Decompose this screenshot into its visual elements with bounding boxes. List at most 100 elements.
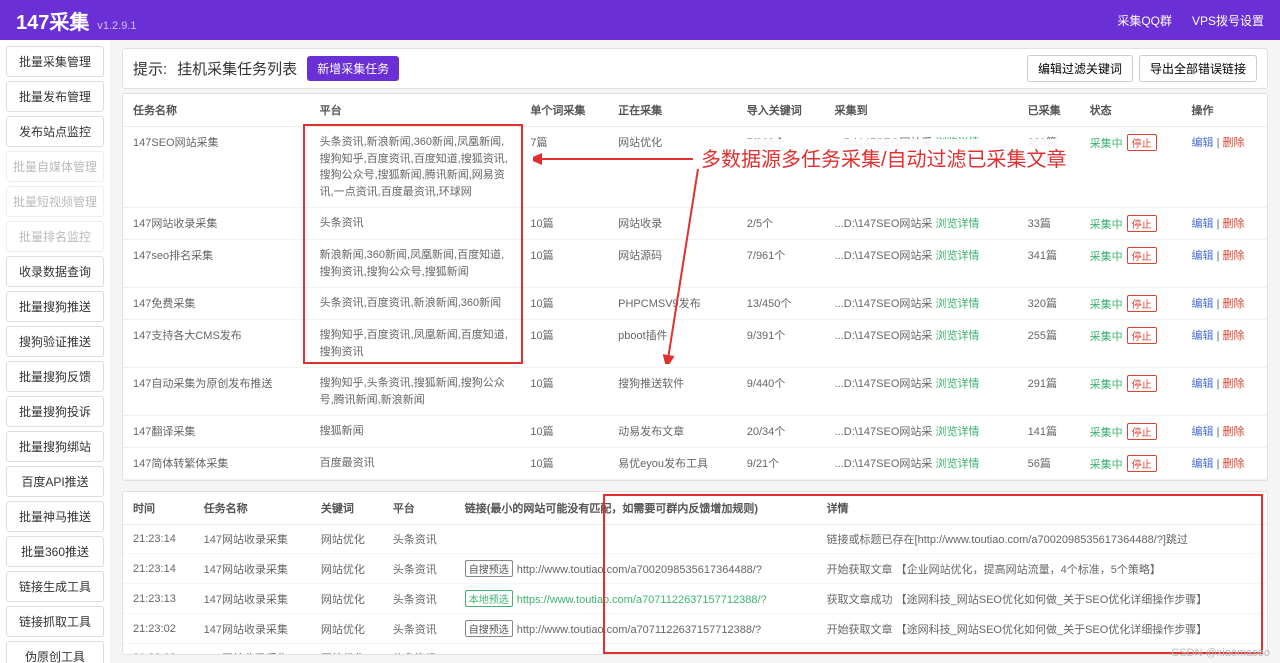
task-ops: 编辑 | 删除 xyxy=(1182,288,1267,320)
log-kw: 网站优化 xyxy=(311,525,383,554)
header-link[interactable]: VPS拨号设置 xyxy=(1192,12,1264,29)
view-detail-link[interactable]: 浏览详情 xyxy=(935,426,979,438)
log-time: 21:23:14 xyxy=(123,554,194,584)
stop-button[interactable]: 停止 xyxy=(1127,134,1157,151)
stop-button[interactable]: 停止 xyxy=(1127,247,1157,264)
edit-filter-button[interactable]: 编辑过滤关键词 xyxy=(1027,55,1133,82)
task-col-header: 单个词采集 xyxy=(520,94,608,127)
edit-link[interactable]: 编辑 xyxy=(1192,250,1214,262)
task-platform: 头条资讯,新浪新闻,360新闻,凤凰新闻,搜狗知乎,百度资讯,百度知道,搜狐资讯… xyxy=(310,127,521,208)
task-ops: 编辑 | 删除 xyxy=(1182,127,1267,208)
sidebar-item[interactable]: 搜狗验证推送 xyxy=(6,326,104,357)
stop-button[interactable]: 停止 xyxy=(1127,327,1157,344)
view-detail-link[interactable]: 浏览详情 xyxy=(935,458,979,470)
app-title: 147采集 xyxy=(16,6,89,35)
task-path: ...D:\147SEO网站采 浏览详情 xyxy=(825,240,1018,288)
edit-link[interactable]: 编辑 xyxy=(1192,218,1214,230)
edit-link[interactable]: 编辑 xyxy=(1192,426,1214,438)
task-current: pboot插件 xyxy=(608,320,737,368)
export-errors-button[interactable]: 导出全部错误链接 xyxy=(1139,55,1257,82)
stop-button[interactable]: 停止 xyxy=(1127,455,1157,472)
log-col-header: 详情 xyxy=(817,492,1267,525)
task-path: ...D:\147SEO网站采 浏览详情 xyxy=(825,416,1018,448)
task-status: 采集中停止 xyxy=(1080,368,1182,416)
delete-link[interactable]: 删除 xyxy=(1223,250,1245,262)
view-detail-link[interactable]: 浏览详情 xyxy=(935,298,979,310)
edit-link[interactable]: 编辑 xyxy=(1192,330,1214,342)
sidebar-item[interactable]: 链接抓取工具 xyxy=(6,606,104,637)
sidebar-item[interactable]: 百度API推送 xyxy=(6,466,104,497)
sidebar-item[interactable]: 批量360推送 xyxy=(6,536,104,567)
log-plat: 头条资讯 xyxy=(383,614,455,644)
task-ops: 编辑 | 删除 xyxy=(1182,240,1267,288)
delete-link[interactable]: 删除 xyxy=(1223,218,1245,230)
sidebar-item[interactable]: 批量搜狗推送 xyxy=(6,291,104,322)
sidebar-item[interactable]: 发布站点监控 xyxy=(6,116,104,147)
sidebar-item: 批量自媒体管理 xyxy=(6,151,104,182)
delete-link[interactable]: 删除 xyxy=(1223,298,1245,310)
sidebar-item[interactable]: 链接生成工具 xyxy=(6,571,104,602)
log-col-header: 关键词 xyxy=(311,492,383,525)
header-link[interactable]: 采集QQ群 xyxy=(1117,12,1172,29)
delete-link[interactable]: 删除 xyxy=(1223,137,1245,149)
log-task: 147网站收录采集 xyxy=(194,644,311,656)
sidebar-item[interactable]: 批量搜狗绑站 xyxy=(6,431,104,462)
log-col-header: 任务名称 xyxy=(194,492,311,525)
task-col-header: 平台 xyxy=(310,94,521,127)
task-current: 动易发布文章 xyxy=(608,416,737,448)
task-keywords: 9/440个 xyxy=(737,368,825,416)
sidebar-item[interactable]: 批量神马推送 xyxy=(6,501,104,532)
task-path: ...D:\147SEO网站采 浏览详情 xyxy=(825,320,1018,368)
log-task: 147网站收录采集 xyxy=(194,525,311,554)
edit-link[interactable]: 编辑 xyxy=(1192,298,1214,310)
task-platform: 头条资讯,百度资讯,新浪新闻,360新闻 xyxy=(310,288,521,320)
log-url[interactable]: http://www.toutiao.com/a7071122637157712… xyxy=(517,624,761,636)
sidebar-item[interactable]: 批量搜狗反馈 xyxy=(6,361,104,392)
table-row: 147支持各大CMS发布搜狗知乎,百度资讯,凤凰新闻,百度知道,搜狗资讯10篇p… xyxy=(123,320,1267,368)
task-ops: 编辑 | 删除 xyxy=(1182,368,1267,416)
sidebar-item[interactable]: 批量搜狗投诉 xyxy=(6,396,104,427)
stop-button[interactable]: 停止 xyxy=(1127,295,1157,312)
log-link xyxy=(455,644,817,656)
task-ops: 编辑 | 删除 xyxy=(1182,208,1267,240)
task-name: 147简体转繁体采集 xyxy=(123,448,310,480)
sidebar-item[interactable]: 伪原创工具 xyxy=(6,641,104,663)
log-badge: 自搜预选 xyxy=(465,560,513,577)
task-table-wrap: 任务名称平台单个词采集正在采集导入关键词采集到已采集状态操作 147SEO网站采… xyxy=(122,93,1268,481)
sidebar-item[interactable]: 收录数据查询 xyxy=(6,256,104,287)
stop-button[interactable]: 停止 xyxy=(1127,215,1157,232)
task-keywords: 13/450个 xyxy=(737,288,825,320)
view-detail-link[interactable]: 浏览详情 xyxy=(935,330,979,342)
log-link: 自搜预选 http://www.toutiao.com/a700209853561… xyxy=(455,554,817,584)
task-keywords: 20/34个 xyxy=(737,416,825,448)
add-task-button[interactable]: 新增采集任务 xyxy=(307,56,399,81)
delete-link[interactable]: 删除 xyxy=(1223,426,1245,438)
log-time: 21:23:02 xyxy=(123,614,194,644)
view-detail-link[interactable]: 浏览详情 xyxy=(935,250,979,262)
log-url[interactable]: https://www.toutiao.com/a707112263715771… xyxy=(517,594,767,606)
stop-button[interactable]: 停止 xyxy=(1127,375,1157,392)
log-url[interactable]: http://www.toutiao.com/a7002098535617364… xyxy=(517,564,762,576)
view-detail-link[interactable]: 浏览详情 xyxy=(935,218,979,230)
stop-button[interactable]: 停止 xyxy=(1127,423,1157,440)
log-kw: 网站优化 xyxy=(311,644,383,656)
edit-link[interactable]: 编辑 xyxy=(1192,458,1214,470)
edit-link[interactable]: 编辑 xyxy=(1192,137,1214,149)
delete-link[interactable]: 删除 xyxy=(1223,330,1245,342)
task-per: 10篇 xyxy=(520,448,608,480)
task-path: ...D:\147SEO网站采 浏览详情 xyxy=(825,208,1018,240)
log-task: 147网站收录采集 xyxy=(194,584,311,614)
view-detail-link[interactable]: 浏览详情 xyxy=(935,137,979,149)
task-name: 147seo排名采集 xyxy=(123,240,310,288)
delete-link[interactable]: 删除 xyxy=(1223,458,1245,470)
view-detail-link[interactable]: 浏览详情 xyxy=(935,378,979,390)
task-ops: 编辑 | 删除 xyxy=(1182,320,1267,368)
sidebar-item[interactable]: 批量采集管理 xyxy=(6,46,104,77)
delete-link[interactable]: 删除 xyxy=(1223,378,1245,390)
sidebar-item: 批量短视频管理 xyxy=(6,186,104,217)
task-status: 采集中停止 xyxy=(1080,208,1182,240)
table-row: 147翻译采集搜狐新闻10篇动易发布文章20/34个...D:\147SEO网站… xyxy=(123,416,1267,448)
log-time: 21:23:14 xyxy=(123,525,194,554)
edit-link[interactable]: 编辑 xyxy=(1192,378,1214,390)
sidebar-item[interactable]: 批量发布管理 xyxy=(6,81,104,112)
